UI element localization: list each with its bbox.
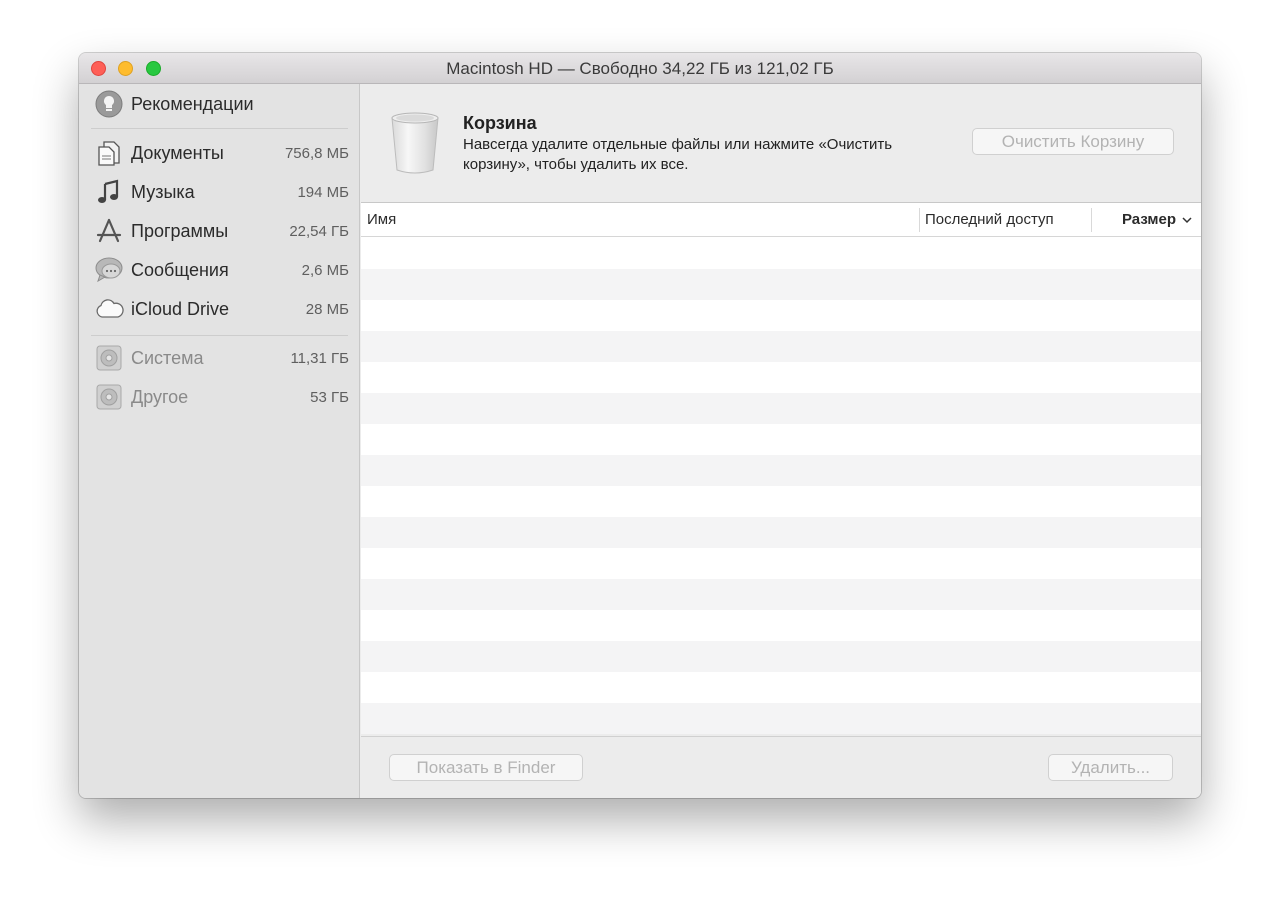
sidebar-item-label: Программы bbox=[131, 220, 229, 241]
sidebar-item-label: Другое bbox=[131, 386, 189, 407]
app-store-icon bbox=[94, 216, 124, 246]
table-row bbox=[361, 579, 1201, 610]
sidebar: Рекомендации Документы 756,8 МБ Музыка 1… bbox=[79, 84, 360, 798]
system-disk-icon bbox=[94, 343, 124, 373]
table-row bbox=[361, 269, 1201, 300]
table-header: Имя Последний доступ Размер bbox=[361, 203, 1201, 237]
table-row bbox=[361, 703, 1201, 734]
sidebar-item-system: Система 11,31 ГБ bbox=[94, 341, 349, 375]
files-table: Имя Последний доступ Размер bbox=[361, 202, 1201, 734]
sidebar-item-size: 11,31 ГБ bbox=[290, 349, 349, 367]
sidebar-item-applications[interactable]: Программы 22,54 ГБ bbox=[94, 214, 349, 248]
sidebar-item-recommendations[interactable]: Рекомендации bbox=[94, 87, 349, 121]
documents-icon bbox=[94, 138, 124, 168]
section-description: Навсегда удалите отдельные файлы или наж… bbox=[463, 136, 893, 173]
table-body bbox=[361, 238, 1201, 735]
sidebar-item-size: 53 ГБ bbox=[310, 388, 349, 406]
footer-bar: Показать в Finder Удалить... bbox=[361, 736, 1201, 798]
chevron-down-icon bbox=[1182, 217, 1192, 224]
sidebar-item-size: 22,54 ГБ bbox=[289, 222, 349, 240]
title-bar: Macintosh HD — Свободно 34,22 ГБ из 121,… bbox=[79, 53, 1201, 84]
table-row bbox=[361, 548, 1201, 579]
column-header-last-access[interactable]: Последний доступ bbox=[925, 211, 1054, 228]
column-header-size[interactable]: Размер bbox=[1122, 211, 1192, 228]
cloud-icon bbox=[94, 294, 124, 324]
lightbulb-icon bbox=[94, 89, 124, 119]
trash-icon bbox=[387, 110, 443, 176]
table-row bbox=[361, 300, 1201, 331]
table-row bbox=[361, 641, 1201, 672]
sidebar-item-label: Сообщения bbox=[131, 259, 229, 280]
sidebar-item-size: 756,8 МБ bbox=[284, 144, 349, 162]
sidebar-item-label: iCloud Drive bbox=[131, 298, 230, 319]
sidebar-item-label: Музыка bbox=[131, 181, 195, 202]
table-row bbox=[361, 424, 1201, 455]
music-note-icon bbox=[94, 177, 124, 207]
empty-trash-button[interactable]: Очистить Корзину bbox=[972, 128, 1174, 155]
table-row bbox=[361, 331, 1201, 362]
sidebar-item-icloud-drive[interactable]: iCloud Drive 28 МБ bbox=[94, 292, 349, 326]
messages-icon bbox=[94, 255, 124, 285]
sidebar-item-label: Документы bbox=[131, 142, 224, 163]
main-panel: Корзина Навсегда удалите отдельные файлы… bbox=[361, 84, 1201, 798]
window-title: Macintosh HD — Свободно 34,22 ГБ из 121,… bbox=[446, 59, 834, 78]
sidebar-item-size: 194 МБ bbox=[297, 183, 349, 201]
show-in-finder-button[interactable]: Показать в Finder bbox=[389, 754, 583, 781]
table-row bbox=[361, 517, 1201, 548]
delete-button[interactable]: Удалить... bbox=[1048, 754, 1173, 781]
table-row bbox=[361, 362, 1201, 393]
sidebar-item-size: 28 МБ bbox=[305, 300, 349, 318]
sidebar-item-label: Рекомендации bbox=[131, 93, 254, 114]
table-row bbox=[361, 610, 1201, 641]
column-header-size-label: Размер bbox=[1122, 211, 1177, 228]
sidebar-item-size: 2,6 МБ bbox=[301, 261, 349, 279]
table-row bbox=[361, 486, 1201, 517]
sidebar-item-music[interactable]: Музыка 194 МБ bbox=[94, 175, 349, 209]
storage-management-window: Macintosh HD — Свободно 34,22 ГБ из 121,… bbox=[79, 53, 1201, 798]
sidebar-item-messages[interactable]: Сообщения 2,6 МБ bbox=[94, 253, 349, 287]
column-divider bbox=[1091, 208, 1092, 232]
sidebar-divider bbox=[91, 335, 348, 336]
other-disk-icon bbox=[94, 382, 124, 412]
column-header-name[interactable]: Имя bbox=[367, 211, 396, 228]
column-divider bbox=[919, 208, 920, 232]
sidebar-item-documents[interactable]: Документы 756,8 МБ bbox=[94, 136, 349, 170]
sidebar-item-other: Другое 53 ГБ bbox=[94, 380, 349, 414]
sidebar-item-label: Система bbox=[131, 347, 204, 368]
table-row bbox=[361, 455, 1201, 486]
table-row bbox=[361, 672, 1201, 703]
section-title: Корзина bbox=[463, 113, 537, 133]
table-row bbox=[361, 393, 1201, 424]
table-row bbox=[361, 238, 1201, 269]
trash-header: Корзина Навсегда удалите отдельные файлы… bbox=[361, 84, 1201, 202]
sidebar-divider bbox=[91, 128, 348, 129]
